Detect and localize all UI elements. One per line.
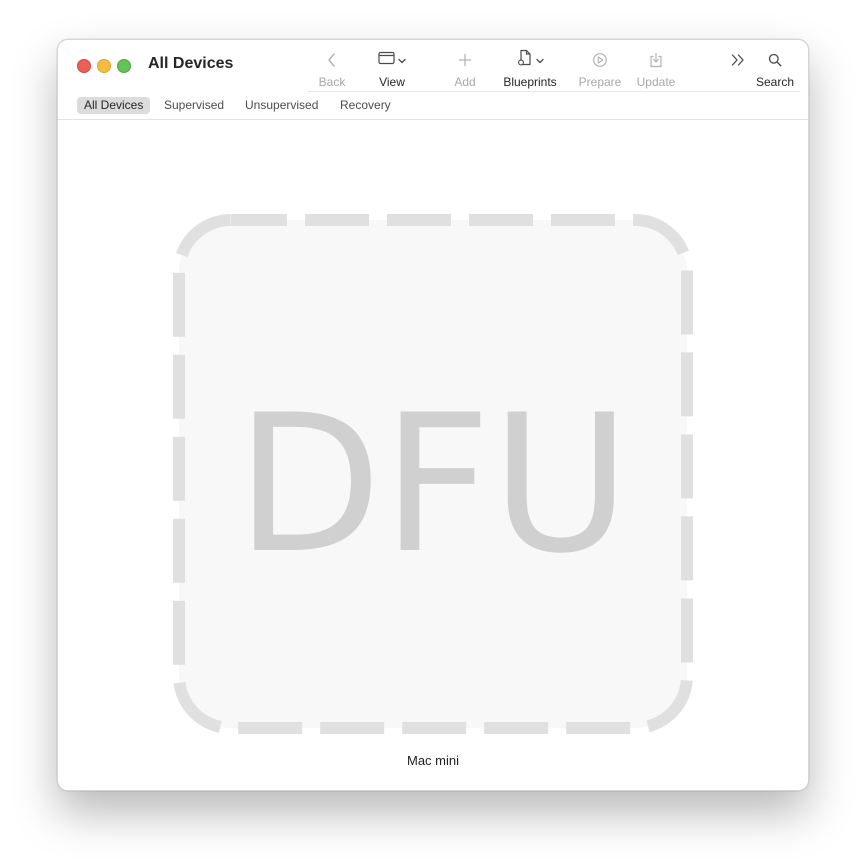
update-label: Update xyxy=(636,75,676,89)
zoom-button[interactable] xyxy=(117,59,131,73)
window-icon xyxy=(378,51,395,70)
search-label: Search xyxy=(755,75,795,89)
scope-supervised[interactable]: Supervised xyxy=(157,97,231,114)
device-name: Mac mini xyxy=(406,753,459,768)
device-browser: DFU Mac mini xyxy=(58,120,808,790)
view-button[interactable]: View xyxy=(357,49,427,89)
update-button[interactable]: Update xyxy=(621,49,691,89)
dfu-device-placeholder: DFU xyxy=(173,214,693,734)
prepare-icon xyxy=(592,49,608,71)
close-button[interactable] xyxy=(77,59,91,73)
add-button[interactable]: Add xyxy=(430,49,500,89)
prepare-label: Prepare xyxy=(578,75,622,89)
scope-all-devices[interactable]: All Devices xyxy=(77,97,151,114)
scope-recovery[interactable]: Recovery xyxy=(333,97,398,114)
blueprints-button[interactable]: Blueprints xyxy=(495,49,565,89)
scope-unsupervised[interactable]: Unsupervised xyxy=(238,97,325,114)
window-title: All Devices xyxy=(148,55,234,72)
scope-bar: All Devices Supervised Unsupervised Reco… xyxy=(58,92,808,119)
dfu-state-text: DFU xyxy=(236,374,631,595)
blueprints-label: Blueprints xyxy=(503,75,557,89)
magnifier-icon xyxy=(768,49,782,71)
search-button[interactable]: Search xyxy=(740,49,808,89)
view-label: View xyxy=(379,75,405,89)
chevron-down-icon xyxy=(398,51,406,69)
update-icon xyxy=(649,49,663,71)
back-label: Back xyxy=(318,75,346,89)
plus-icon xyxy=(458,49,472,71)
chevron-down-icon xyxy=(535,51,544,69)
document-icon xyxy=(517,49,533,71)
minimize-button[interactable] xyxy=(97,59,111,73)
device-tile[interactable]: DFU xyxy=(173,214,693,734)
app-window: All Devices Back View Add Blueprints Pre… xyxy=(57,39,809,791)
add-label: Add xyxy=(454,75,476,89)
titlebar: All Devices Back View Add Blueprints Pre… xyxy=(58,40,808,92)
chevron-left-icon xyxy=(325,49,339,71)
